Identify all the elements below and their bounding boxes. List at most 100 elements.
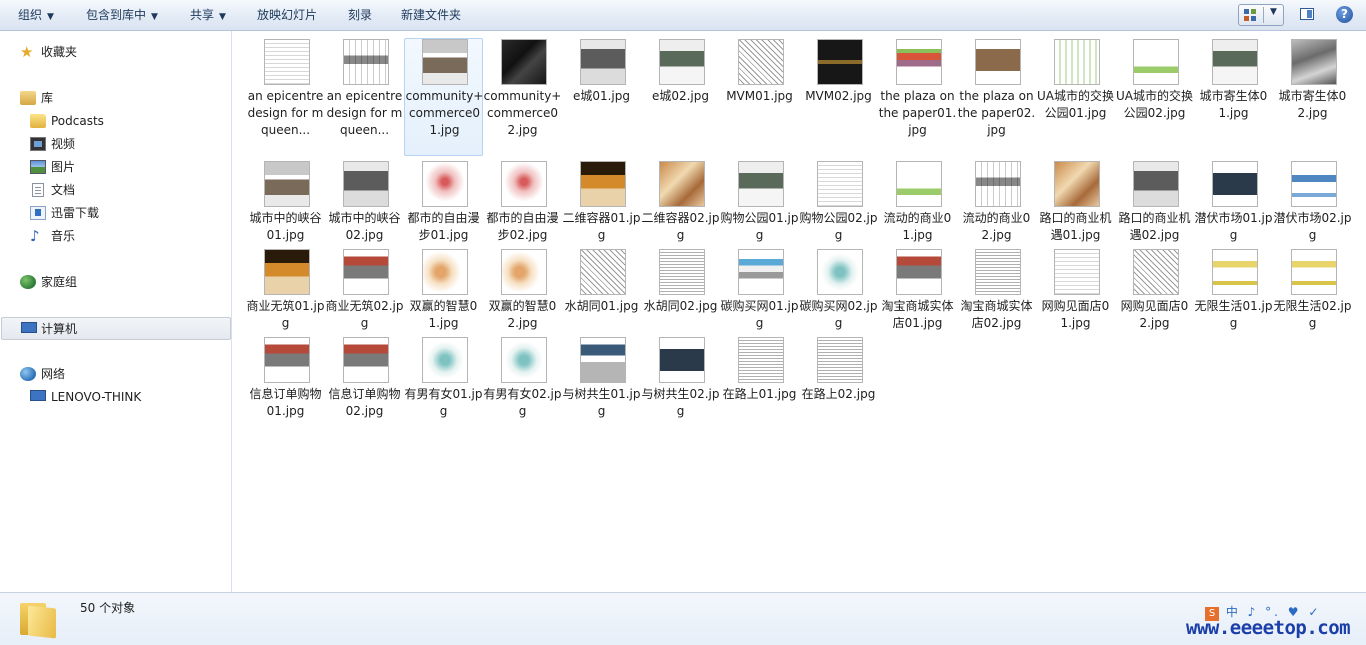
file-item[interactable]: 网购见面店02.jpg (1115, 249, 1194, 333)
homegroup-icon (20, 275, 36, 289)
file-name: 与树共生02.jpg (641, 387, 720, 418)
new-folder-button[interactable]: 新建文件夹 (401, 0, 461, 31)
file-name: 信息订单购物01.jpg (249, 387, 322, 418)
file-item[interactable]: 城市寄生体02.jpg (1273, 39, 1352, 157)
sidebar-item-documents[interactable]: 文档 (30, 180, 220, 200)
sidebar-item-label: LENOVO-THINK (51, 390, 142, 404)
file-item[interactable]: MVM02.jpg (799, 39, 878, 157)
file-item[interactable]: 城市寄生体01.jpg (1194, 39, 1273, 157)
sidebar-item-homegroup[interactable]: 家庭组 (20, 272, 220, 292)
file-name: 碳购买网02.jpg (799, 299, 878, 330)
slideshow-button[interactable]: 放映幻灯片 (257, 0, 317, 31)
file-name: 信息订单购物02.jpg (328, 387, 401, 418)
sidebar-item-podcasts[interactable]: Podcasts (30, 111, 220, 131)
help-button[interactable]: ? (1334, 4, 1354, 26)
file-item[interactable]: 路口的商业机遇02.jpg (1115, 161, 1194, 245)
file-item[interactable]: 无限生活02.jpg (1273, 249, 1352, 333)
file-item[interactable]: community+commerce02.jpg (483, 39, 562, 157)
file-item[interactable]: 都市的自由漫步02.jpg (483, 161, 562, 245)
preview-pane-button[interactable] (1297, 4, 1319, 26)
sidebar-item-label: 计算机 (41, 322, 78, 336)
view-grid-icon (1244, 9, 1256, 21)
file-item[interactable]: 信息订单购物01.jpg (246, 337, 325, 421)
sidebar-item-label: 迅雷下载 (51, 206, 100, 220)
image-thumbnail (1212, 39, 1258, 85)
sidebar-item-music[interactable]: ♪ 音乐 (30, 226, 220, 246)
file-name: 潜伏市场01.jpg (1194, 211, 1273, 242)
organize-menu[interactable]: 组织 ▼ (18, 0, 54, 31)
sidebar-item-pictures[interactable]: 图片 (30, 157, 220, 177)
file-item[interactable]: 商业无筑01.jpg (246, 249, 325, 333)
file-item[interactable]: 有男有女01.jpg (404, 337, 483, 421)
file-name: 无限生活01.jpg (1194, 299, 1273, 330)
file-item[interactable]: 双赢的智慧01.jpg (404, 249, 483, 333)
file-item[interactable]: UA城市的交换公园01.jpg (1036, 39, 1115, 157)
chevron-down-icon: ▼ (219, 12, 226, 22)
include-library-menu[interactable]: 包含到库中 ▼ (86, 0, 158, 31)
file-item[interactable]: 在路上01.jpg (720, 337, 799, 421)
image-thumbnail (343, 39, 389, 85)
file-item[interactable]: MVM01.jpg (720, 39, 799, 157)
file-item[interactable]: 无限生活01.jpg (1194, 249, 1273, 333)
sidebar-item-thunder-download[interactable]: 迅雷下载 (30, 203, 220, 223)
image-thumbnail (659, 337, 705, 383)
file-item[interactable]: 淘宝商城实体店01.jpg (878, 249, 957, 333)
file-item[interactable]: the plaza on the paper02.jpg (957, 39, 1036, 157)
file-item[interactable]: 路口的商业机遇01.jpg (1036, 161, 1115, 245)
file-item[interactable]: 购物公园02.jpg (799, 161, 878, 245)
file-item[interactable]: 在路上02.jpg (799, 337, 878, 421)
file-item[interactable]: 碳购买网01.jpg (720, 249, 799, 333)
file-item[interactable]: 商业无筑02.jpg (325, 249, 404, 333)
file-item[interactable]: 城市中的峡谷01.jpg (246, 161, 325, 245)
sidebar-item-videos[interactable]: 视频 (30, 134, 220, 154)
file-name: 商业无筑01.jpg (246, 299, 325, 330)
sidebar-item-network[interactable]: 网络 (20, 364, 220, 384)
file-item[interactable]: 流动的商业02.jpg (957, 161, 1036, 245)
file-item[interactable]: 淘宝商城实体店02.jpg (957, 249, 1036, 333)
file-item[interactable]: 与树共生02.jpg (641, 337, 720, 421)
file-item[interactable]: 潜伏市场02.jpg (1273, 161, 1352, 245)
sidebar-item-computer[interactable]: 计算机 (1, 317, 231, 340)
file-item[interactable]: 水胡同01.jpg (562, 249, 641, 333)
image-thumbnail (580, 249, 626, 295)
file-item[interactable]: 网购见面店01.jpg (1036, 249, 1115, 333)
file-item[interactable]: an epicentre design for mqueen... (246, 39, 325, 157)
image-thumbnail (975, 39, 1021, 85)
file-item[interactable]: community+commerce01.jpg (404, 38, 483, 156)
chevron-down-icon[interactable]: ▼ (1270, 7, 1277, 17)
file-item[interactable]: 双赢的智慧02.jpg (483, 249, 562, 333)
share-menu[interactable]: 共享 ▼ (190, 0, 226, 31)
file-item[interactable]: 二维容器02.jpg (641, 161, 720, 245)
image-thumbnail (1054, 161, 1100, 207)
network-icon (20, 367, 36, 381)
file-item[interactable]: 潜伏市场01.jpg (1194, 161, 1273, 245)
file-item[interactable]: e城02.jpg (641, 39, 720, 157)
file-name: 淘宝商城实体店02.jpg (960, 299, 1033, 330)
file-item[interactable]: 有男有女02.jpg (483, 337, 562, 421)
image-thumbnail (896, 39, 942, 85)
change-view-button[interactable]: ▼ (1238, 4, 1284, 26)
file-item[interactable]: 碳购买网02.jpg (799, 249, 878, 333)
file-name: 与树共生01.jpg (562, 387, 641, 418)
sidebar-item-label: 视频 (51, 137, 76, 151)
sidebar-item-libraries[interactable]: 库 (20, 88, 220, 108)
sidebar-item-label: Podcasts (51, 114, 104, 128)
file-item[interactable]: UA城市的交换公园02.jpg (1115, 39, 1194, 157)
file-item[interactable]: 信息订单购物02.jpg (325, 337, 404, 421)
sidebar-item-lenovo-think[interactable]: LENOVO-THINK (30, 387, 220, 407)
file-item[interactable]: 水胡同02.jpg (641, 249, 720, 333)
file-item[interactable]: 都市的自由漫步01.jpg (404, 161, 483, 245)
file-item[interactable]: 购物公园01.jpg (720, 161, 799, 245)
file-item[interactable]: the plaza on the paper01.jpg (878, 39, 957, 157)
file-item[interactable]: 二维容器01.jpg (562, 161, 641, 245)
file-item[interactable]: e城01.jpg (562, 39, 641, 157)
file-item[interactable]: an epicentre design for mqueen... (325, 39, 404, 157)
file-item[interactable]: 与树共生01.jpg (562, 337, 641, 421)
image-thumbnail (343, 337, 389, 383)
file-item[interactable]: 城市中的峡谷02.jpg (325, 161, 404, 245)
file-item[interactable]: 流动的商业01.jpg (878, 161, 957, 245)
image-thumbnail (659, 39, 705, 85)
image-thumbnail (264, 161, 310, 207)
burn-button[interactable]: 刻录 (348, 0, 372, 31)
sidebar-item-favorites[interactable]: ★ 收藏夹 (20, 42, 220, 62)
